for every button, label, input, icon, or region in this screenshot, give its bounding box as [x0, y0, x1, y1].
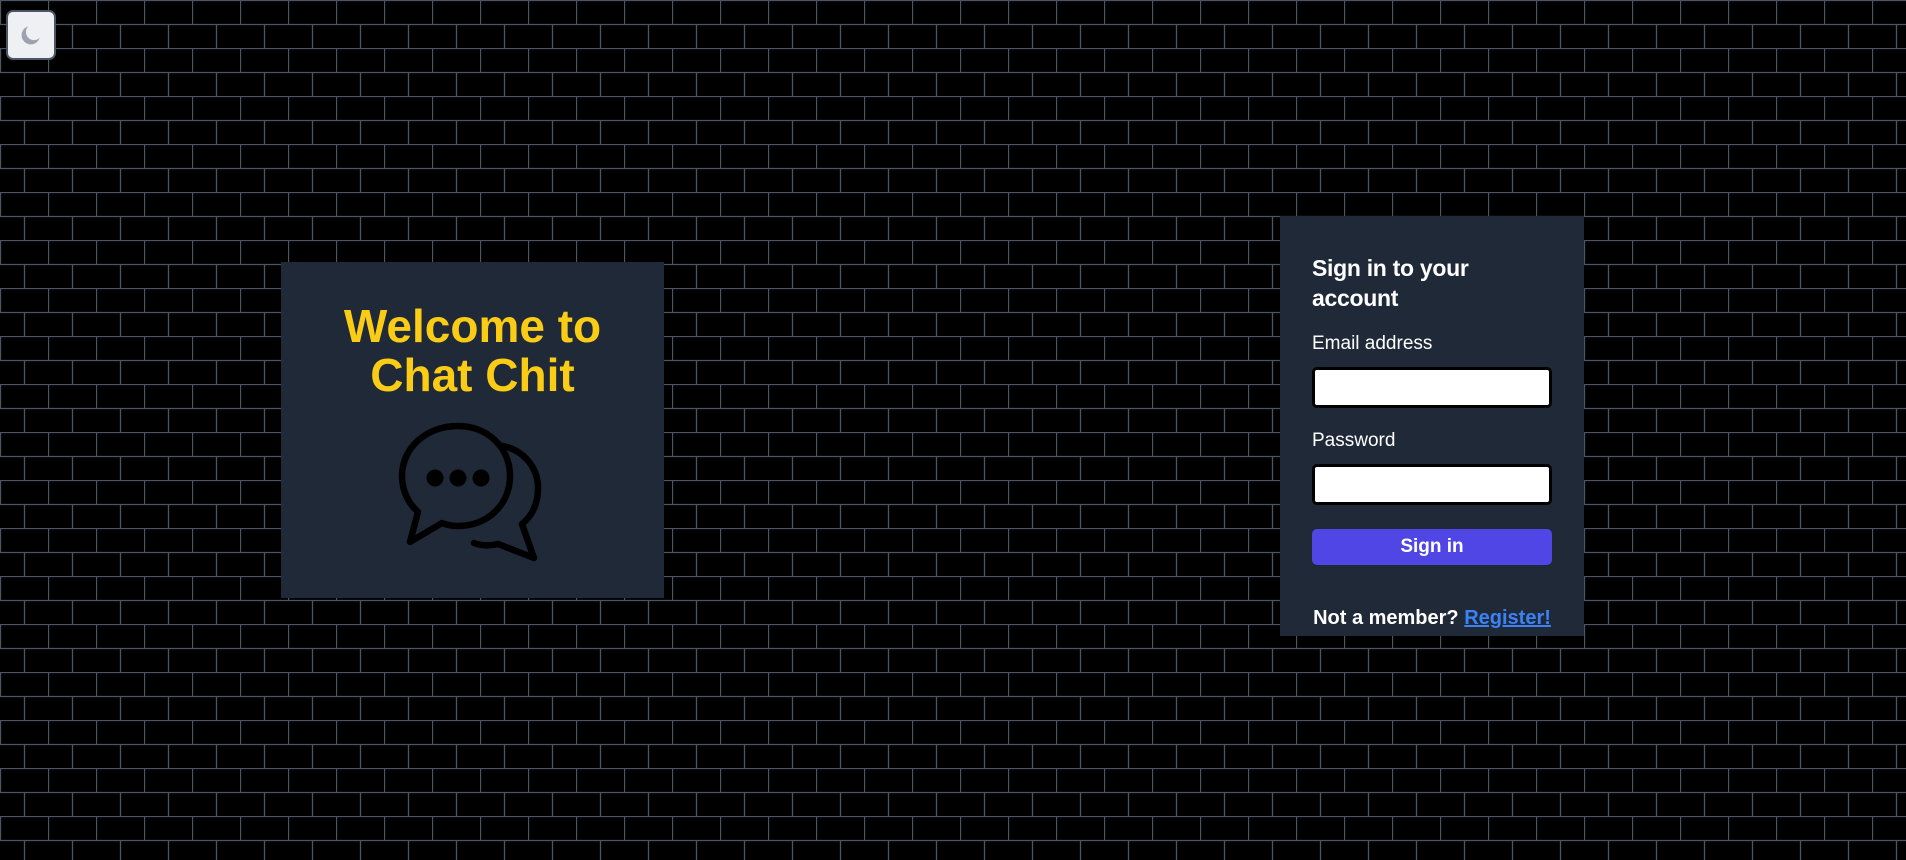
register-line: Not a member? Register!: [1312, 607, 1552, 630]
password-label: Password: [1312, 430, 1396, 451]
login-title: Sign in to your account: [1312, 255, 1469, 311]
welcome-title: Welcome to Chat Chit: [293, 302, 653, 400]
welcome-title-line2: Chat Chit: [370, 349, 575, 401]
password-field[interactable]: [1312, 464, 1552, 505]
login-card: Sign in to your account Email address Pa…: [1280, 216, 1584, 636]
email-field[interactable]: [1312, 367, 1552, 408]
sign-in-button[interactable]: Sign in: [1312, 529, 1552, 565]
welcome-card: Welcome to Chat Chit: [281, 262, 664, 598]
register-link[interactable]: Register!: [1464, 607, 1551, 629]
theme-toggle-button[interactable]: [6, 10, 56, 60]
chat-bubbles-icon: [398, 422, 541, 562]
moon-icon: [21, 26, 40, 45]
register-prompt: Not a member?: [1313, 607, 1459, 629]
welcome-title-line1: Welcome to: [343, 300, 602, 352]
email-label: Email address: [1312, 333, 1433, 354]
